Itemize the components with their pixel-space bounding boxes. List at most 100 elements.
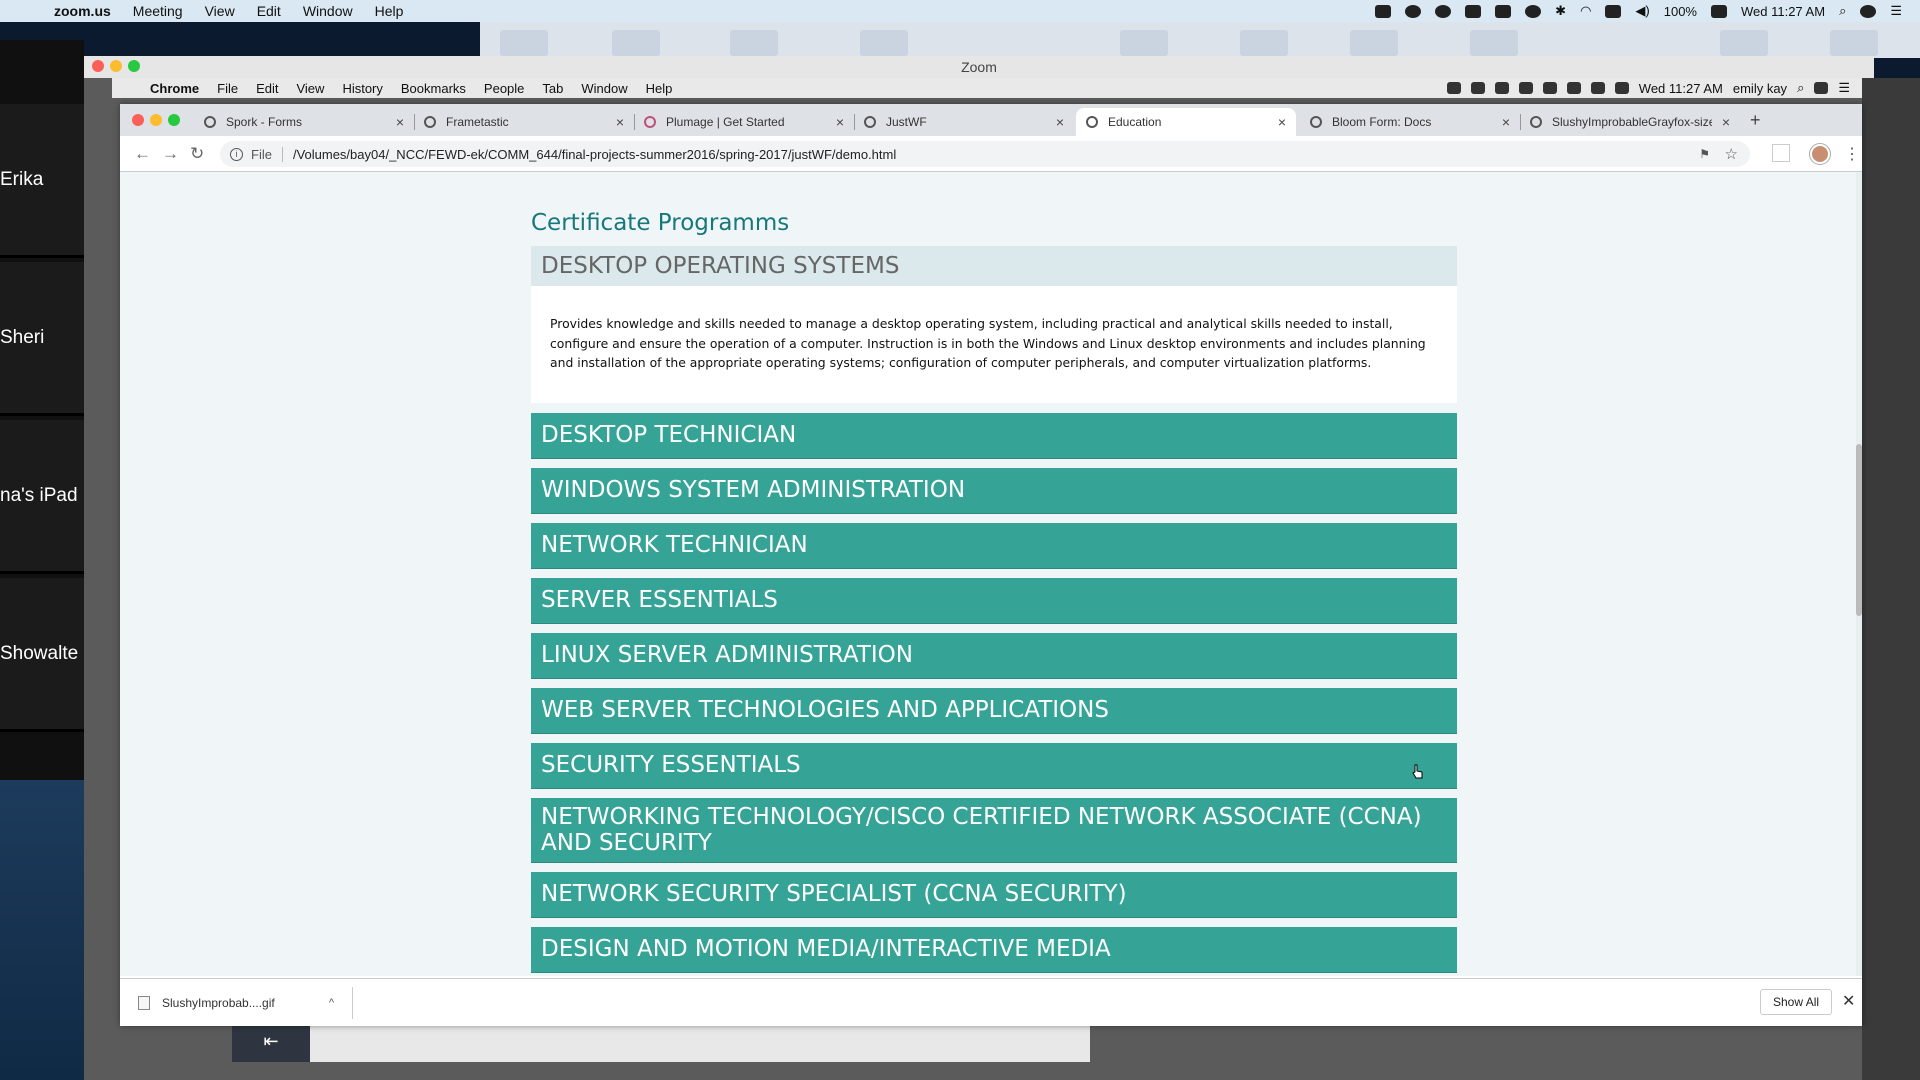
chrome-bar-user[interactable]: emily kay — [1733, 81, 1787, 96]
accordion-item[interactable]: SERVER ESSENTIALS — [531, 577, 1457, 624]
accordion-item[interactable]: NETWORK SECURITY SPECIALIST (CCNA SECURI… — [531, 871, 1457, 918]
siri-icon[interactable] — [1814, 82, 1829, 94]
zoom-minimize-button[interactable] — [110, 60, 122, 72]
close-icon[interactable]: × — [1056, 114, 1064, 130]
accordion-item[interactable]: SECURITY ESSENTIALS — [531, 742, 1457, 789]
creative-cloud-icon[interactable] — [1435, 4, 1452, 18]
bluetooth-icon[interactable] — [1590, 82, 1605, 94]
participant-tile[interactable]: Sheri — [0, 262, 84, 416]
tab-spork-forms[interactable]: Spork - Forms × — [194, 108, 415, 136]
time-machine-icon[interactable] — [1566, 82, 1581, 94]
accordion-item[interactable]: LINUX SERVER ADMINISTRATION — [531, 632, 1457, 679]
tab-slushy-grayfox[interactable]: SlushyImprobableGrayfox-size × — [1520, 108, 1740, 136]
siri-icon[interactable] — [1860, 4, 1877, 18]
forward-arrow-icon[interactable]: → — [162, 144, 179, 164]
close-icon[interactable]: × — [836, 114, 844, 130]
accordion-item[interactable]: WEB SERVER TECHNOLOGIES AND APPLICATIONS — [531, 687, 1457, 734]
accordion-item[interactable]: NETWORKING TECHNOLOGY/CISCO CERTIFIED NE… — [531, 797, 1457, 863]
bluetooth-icon[interactable]: ✱ — [1555, 3, 1566, 19]
battery-icon[interactable] — [1710, 4, 1727, 18]
chrome-minimize-button[interactable] — [150, 114, 162, 126]
reload-icon[interactable]: ↻ — [190, 144, 204, 164]
profile-avatar[interactable] — [1810, 144, 1830, 164]
dropbox-alt-icon[interactable] — [1494, 82, 1509, 94]
close-icon[interactable]: × — [616, 114, 624, 130]
mac-menu-help[interactable]: Help — [375, 3, 404, 19]
accordion-item[interactable]: NETWORK TECHNICIAN — [531, 522, 1457, 569]
mac-menu-view[interactable]: View — [205, 3, 235, 19]
accordion-header-desktop-os[interactable]: DESKTOP OPERATING SYSTEMS — [531, 246, 1457, 286]
translate-icon[interactable]: ⚑ — [1699, 147, 1710, 161]
chrome-menu-help[interactable]: Help — [646, 81, 673, 96]
new-tab-button[interactable]: + — [1750, 110, 1761, 131]
tab-justwf[interactable]: JustWF × — [854, 108, 1074, 136]
creative-cloud-icon[interactable] — [1470, 82, 1485, 94]
participant-tile[interactable]: na's iPad — [0, 420, 84, 574]
chrome-menu-history[interactable]: History — [342, 81, 382, 96]
chevron-up-icon[interactable]: ^ — [329, 997, 334, 1009]
mac-menu-window[interactable]: Window — [303, 3, 353, 19]
spotlight-icon[interactable]: ⌕ — [1797, 80, 1804, 96]
chrome-menu-tab[interactable]: Tab — [542, 81, 563, 96]
tab-bloom-form[interactable]: Bloom Form: Docs × — [1300, 108, 1521, 136]
download-item[interactable]: SlushyImprobab....gif ^ — [138, 987, 334, 1019]
chrome-menu-file[interactable]: File — [217, 81, 238, 96]
chat-status-icon[interactable] — [1405, 4, 1422, 18]
more-menu-icon[interactable]: ⋮ — [1844, 144, 1860, 164]
wifi-icon[interactable]: ◠ — [1580, 3, 1591, 19]
participant-tile[interactable]: Erika — [0, 104, 84, 258]
desktop-file-thumb — [1470, 30, 1518, 56]
chrome-fullscreen-button[interactable] — [168, 114, 180, 126]
zoom-zoom-button[interactable] — [128, 60, 140, 72]
info-icon[interactable]: i — [230, 147, 243, 161]
show-all-button[interactable]: Show All — [1760, 989, 1833, 1015]
notification-center-icon[interactable]: ☰ — [1890, 3, 1902, 19]
close-icon[interactable]: × — [1722, 114, 1730, 130]
extension-icon[interactable] — [1772, 144, 1790, 162]
zoom-status-icon[interactable] — [1375, 4, 1392, 18]
accordion-item[interactable]: DESIGN AND MOTION MEDIA/INTERACTIVE MEDI… — [531, 926, 1457, 973]
chrome-menu-window[interactable]: Window — [581, 81, 627, 96]
close-icon[interactable]: × — [396, 114, 404, 130]
collapse-arrow-icon[interactable]: ⇤ — [232, 1020, 310, 1062]
bookmark-star-icon[interactable]: ☆ — [1725, 145, 1738, 163]
display-icon[interactable] — [1518, 82, 1533, 94]
chrome-close-button[interactable] — [132, 114, 144, 126]
zoom-close-button[interactable] — [92, 60, 104, 72]
chrome-menu-view[interactable]: View — [296, 81, 324, 96]
url-text[interactable]: /Volumes/bay04/_NCC/FEWD-ek/COMM_644/fin… — [293, 147, 896, 162]
close-icon[interactable]: × — [1502, 114, 1510, 130]
close-icon[interactable]: ✕ — [1842, 991, 1855, 1011]
chrome-menu-edit[interactable]: Edit — [256, 81, 278, 96]
accordion-item[interactable]: WINDOWS SYSTEM ADMINISTRATION — [531, 467, 1457, 514]
volume-icon[interactable]: ◀) — [1635, 3, 1649, 19]
mac-app-name[interactable]: zoom.us — [54, 3, 111, 19]
spotlight-icon[interactable]: ⌕ — [1839, 3, 1846, 19]
airplay-icon[interactable] — [1495, 4, 1512, 18]
participant-tile[interactable]: Showalte — [0, 578, 84, 732]
airplay-icon[interactable] — [1542, 82, 1557, 94]
mac-menu-edit[interactable]: Edit — [257, 3, 281, 19]
back-arrow-icon[interactable]: ← — [134, 144, 151, 164]
address-bar[interactable]: i File /Volumes/bay04/_NCC/FEWD-ek/COMM_… — [220, 141, 1750, 167]
close-icon[interactable]: × — [1278, 114, 1286, 130]
page-scrollbar[interactable] — [1856, 172, 1862, 976]
accordion-item[interactable]: DESKTOP TECHNICIAN — [531, 412, 1457, 459]
wifi-icon[interactable] — [1614, 82, 1629, 94]
tab-frametastic[interactable]: Frametastic × — [414, 108, 635, 136]
tab-education[interactable]: Education × — [1076, 108, 1296, 136]
input-source-icon[interactable] — [1605, 4, 1622, 18]
dropbox-icon[interactable] — [1465, 4, 1482, 18]
tab-plumage[interactable]: Plumage | Get Started × — [634, 108, 855, 136]
desktop-file-thumb — [1240, 30, 1288, 56]
dropbox-icon[interactable] — [1446, 82, 1461, 94]
mac-clock[interactable]: Wed 11:27 AM — [1741, 4, 1825, 19]
time-machine-icon[interactable] — [1525, 4, 1542, 18]
chrome-menu-people[interactable]: People — [484, 81, 524, 96]
chrome-menu-bookmarks[interactable]: Bookmarks — [401, 81, 466, 96]
chrome-bar-clock[interactable]: Wed 11:27 AM — [1639, 81, 1723, 96]
scrollbar-thumb[interactable] — [1856, 444, 1862, 616]
notification-center-icon[interactable]: ☰ — [1838, 80, 1850, 96]
mac-menu-meeting[interactable]: Meeting — [133, 3, 183, 19]
chrome-app-name[interactable]: Chrome — [150, 81, 199, 96]
